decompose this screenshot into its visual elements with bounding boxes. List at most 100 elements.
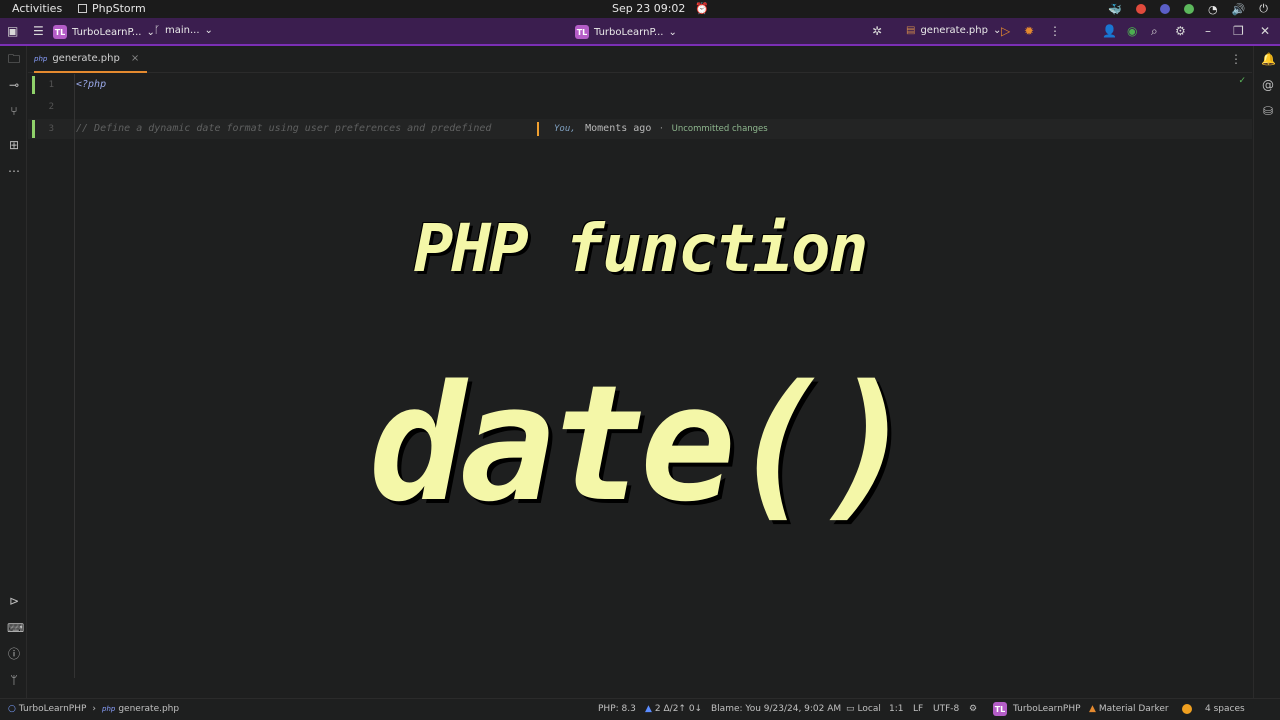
settings-gear-icon[interactable]: ⚙ (969, 704, 977, 714)
phpstorm-icon (78, 4, 87, 13)
status-bar: ○ TurboLearnPHP › php generate.php PHP: … (0, 698, 1280, 720)
blame-author: You, (554, 124, 576, 134)
tab-options-icon[interactable]: ⋮ (1230, 52, 1242, 66)
change-marker[interactable] (32, 120, 35, 138)
line-number: 1 (48, 80, 54, 90)
chevron-down-icon: ⌄ (204, 25, 213, 36)
activities-button[interactable]: Activities (12, 2, 62, 15)
blame-status-item[interactable]: Blame: You 9/23/24, 9:02 AM (711, 704, 841, 714)
line-separator[interactable]: LF (913, 704, 923, 714)
status-circle-icon[interactable] (1182, 704, 1192, 714)
blame-time: Moments ago (585, 123, 652, 134)
branch-icon: ᚴ (154, 25, 160, 36)
volume-icon[interactable]: 🔊 (1232, 3, 1246, 16)
docker-icon[interactable]: 🐳 (1108, 3, 1122, 16)
breadcrumb-file[interactable]: generate.php (118, 704, 179, 714)
settings-gear-icon[interactable]: ⚙ (1175, 24, 1186, 38)
run-config-name: generate.php (920, 25, 988, 36)
close-icon[interactable]: ✕ (1260, 24, 1270, 38)
run-icon[interactable]: ▷ (1001, 24, 1010, 38)
vcs-icon: ▲ (645, 704, 652, 714)
minimize-icon[interactable]: – (1205, 24, 1211, 38)
more-tools-icon[interactable]: ⋯ (7, 164, 21, 178)
breadcrumb[interactable]: ○ TurboLearnPHP › php generate.php (8, 704, 179, 714)
project-icon: ○ (8, 704, 16, 714)
more-actions-icon[interactable]: ⋮ (1049, 24, 1061, 38)
text-caret (537, 122, 539, 136)
pull-requests-icon[interactable]: ⑂ (7, 104, 21, 118)
search-icon[interactable]: ⌕ (1151, 24, 1158, 39)
project-folder-icon[interactable]: 🗀 (7, 52, 21, 66)
problems-icon[interactable]: ⓘ (7, 647, 21, 661)
theme-icon: ▲ (1089, 704, 1096, 714)
project-badge: TL (53, 25, 67, 39)
overlay-title: PHP function (413, 210, 869, 287)
ai-assistant-icon[interactable]: @ (1261, 78, 1275, 92)
bug-icon[interactable]: ✲ (872, 24, 882, 38)
branch-selector[interactable]: ᚴ main... ⌄ (154, 25, 213, 36)
notifications-bell-icon[interactable]: 🔔 (1261, 52, 1276, 66)
php-file-icon: ▤ (906, 25, 916, 36)
chevron-right-icon: › (92, 704, 96, 714)
system-top-bar: Activities PhpStorm Sep 23 09:02 ⏰ 🐳 ◔ 🔊… (0, 0, 1280, 18)
system-tray: 🐳 ◔ 🔊 ⏻ (1108, 2, 1268, 16)
app-name: PhpStorm (92, 2, 146, 15)
add-user-icon[interactable]: 👤 (1102, 24, 1117, 38)
git-icon[interactable]: ᛘ (7, 673, 21, 687)
ide-title-bar: ▣ ☰ TL TurboLearnP... ⌄ ᚴ main... ⌄ TL T… (0, 18, 1280, 46)
close-tab-icon[interactable]: × (131, 53, 139, 64)
laptop-icon: ▭ (846, 704, 855, 714)
code-line[interactable]: // Define a dynamic date format using us… (76, 123, 491, 134)
php-file-icon: php (34, 54, 48, 63)
inspection-ok-icon[interactable]: ✓ (1238, 76, 1246, 86)
main-menu-icon[interactable]: ☰ (33, 24, 44, 38)
restore-icon[interactable]: ❐ (1233, 24, 1244, 38)
vcs-status[interactable]: ▲ 2 Δ/2↑ 0↓ (645, 704, 702, 714)
editor-tab-bar: php generate.php × ⋮ (28, 46, 1252, 73)
breadcrumb-project[interactable]: TurboLearnPHP (19, 704, 87, 714)
app-menu[interactable]: PhpStorm (78, 2, 146, 15)
code-line[interactable]: <?php (76, 79, 106, 90)
local-item[interactable]: ▭ Local (846, 704, 881, 714)
run-config-selector[interactable]: ▤ generate.php ⌄ (906, 25, 1001, 36)
debug-icon[interactable]: ✹ (1024, 24, 1034, 38)
project-selector[interactable]: TL TurboLearnP... ⌄ (53, 25, 155, 39)
change-marker[interactable] (32, 76, 35, 94)
project-badge: TL (993, 702, 1007, 716)
chevron-down-icon: ⌄ (668, 26, 677, 38)
services-icon[interactable]: ⊳ (7, 594, 21, 608)
ide-logo-icon: ▣ (7, 24, 19, 38)
project-status-item[interactable]: TL TurboLearnPHP (993, 702, 1081, 716)
tab-label: generate.php (52, 53, 120, 64)
center-project-selector[interactable]: TL TurboLearnP... ⌄ (575, 25, 677, 39)
line-number: 2 (48, 102, 54, 112)
blame-status: Uncommitted changes (671, 124, 768, 134)
wifi-icon[interactable]: ◔ (1208, 3, 1218, 16)
file-encoding[interactable]: UTF-8 (933, 704, 959, 714)
assistant-icon[interactable]: ◉ (1127, 24, 1137, 38)
shield-check-icon[interactable] (1183, 4, 1194, 14)
database-icon[interactable]: ⛁ (1261, 104, 1275, 118)
center-project-badge: TL (575, 25, 589, 39)
project-name: TurboLearnP... (72, 26, 142, 38)
overlay-function-name: date() (369, 350, 917, 537)
inline-blame[interactable]: You, Moments ago · Uncommitted changes (554, 123, 768, 134)
tab-generate-php[interactable]: php generate.php × (34, 46, 148, 73)
caret-position[interactable]: 1:1 (889, 704, 903, 714)
alarm-icon: ⏰ (694, 2, 709, 15)
php-version[interactable]: PHP: 8.3 (598, 704, 636, 714)
structure-icon[interactable]: ⊞ (7, 138, 21, 152)
terminal-icon[interactable]: ⌨ (7, 621, 24, 635)
center-project-name: TurboLearnP... (594, 26, 664, 38)
line-number: 3 (48, 124, 54, 134)
power-icon[interactable]: ⏻ (1259, 2, 1268, 16)
chrome-icon[interactable] (1135, 4, 1146, 14)
clock[interactable]: Sep 23 09:02 ⏰ (612, 2, 709, 15)
theme-item[interactable]: ▲ Material Darker (1089, 704, 1169, 714)
branch-name: main... (165, 25, 200, 36)
blame-separator: · (658, 124, 665, 134)
commit-icon[interactable]: ⊸ (7, 78, 21, 92)
indent-setting[interactable]: 4 spaces (1205, 704, 1245, 714)
php-file-icon: php (102, 705, 116, 713)
teams-icon[interactable] (1159, 4, 1170, 14)
